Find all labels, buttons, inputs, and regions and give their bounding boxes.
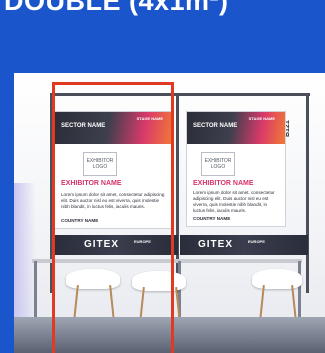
panel-header: SECTOR NAME STAGE NAME [187, 112, 285, 144]
country-name: COUNTRY NAME [193, 216, 231, 221]
right-brand-band: GITEX EUROPE [180, 235, 308, 255]
exhibitor-name: EXHIBITOR NAME [193, 180, 254, 187]
sector-name: SECTOR NAME [193, 123, 238, 129]
brand-sub: EUROPE [248, 239, 265, 244]
frame-post-right [306, 93, 309, 293]
exhibitor-description: Lorem ipsum dolor sit amet, consectetur … [193, 190, 275, 213]
wall-shade [14, 183, 36, 333]
booth-type-title: DOUBLE (4x1m²) [4, 0, 229, 16]
exhibitor-logo-box: EXHIBITOR LOGO [201, 152, 235, 176]
chair [252, 269, 302, 289]
right-graphic-panel: SECTOR NAME STAGE NAME EXHIBITOR LOGO EX… [186, 111, 286, 227]
brand-logo: GITEX [198, 239, 234, 250]
stage-name: STAGE NAME [248, 116, 275, 121]
booth-highlight-outline [52, 82, 174, 353]
